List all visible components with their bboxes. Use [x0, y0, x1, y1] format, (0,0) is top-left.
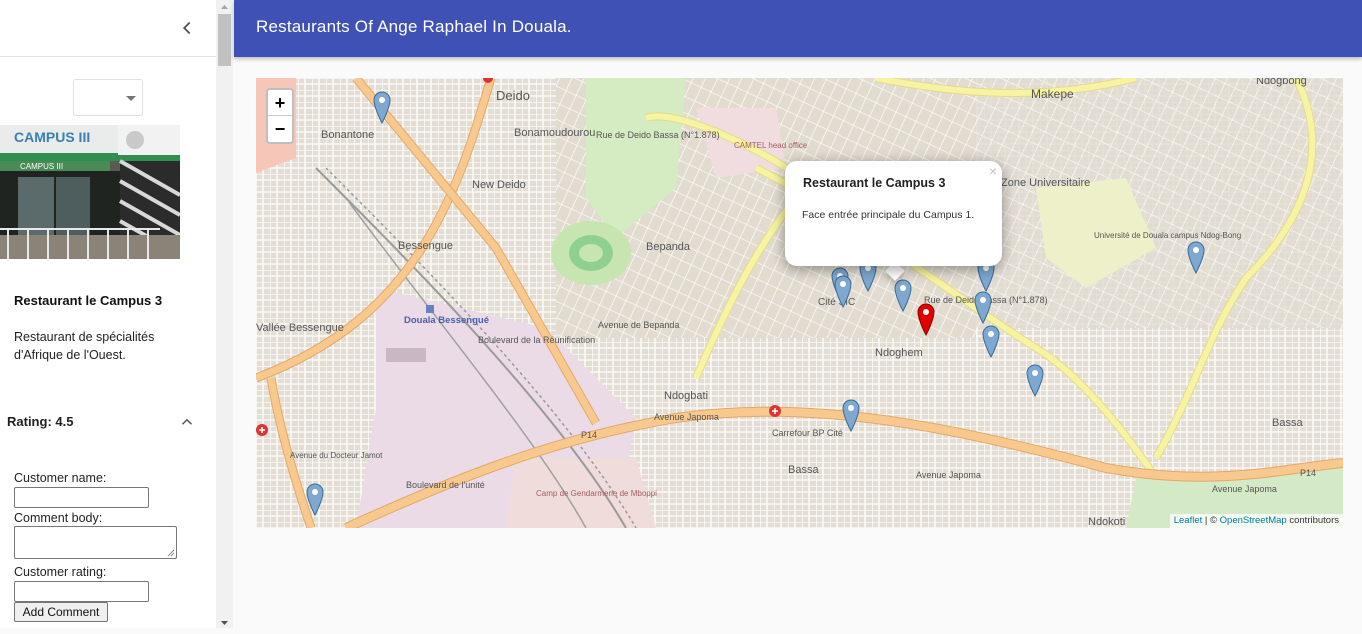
label-ave-japoma-2: Avenue Japoma	[916, 470, 981, 480]
map-marker-selected[interactable]	[916, 302, 936, 336]
label-bepanda: Bepanda	[646, 241, 691, 253]
label-p14-east: P14	[1300, 468, 1316, 478]
photo-sign-small-text: CAMPUS III	[20, 162, 63, 171]
customer-name-label: Customer name:	[14, 471, 107, 485]
restaurant-photo: CAMPUS III CAMPUS III	[0, 125, 180, 259]
caret-down-icon	[126, 96, 136, 101]
label-blvd-unite: Boulevard de l'unité	[406, 480, 485, 490]
label-carrefour: Carrefour BP Cité	[772, 428, 843, 438]
map-marker[interactable]	[841, 398, 861, 432]
label-bonamoudourou: Bonamoudourou	[514, 127, 595, 139]
customer-rating-label: Customer rating:	[14, 565, 107, 579]
photo-sign-text: CAMPUS III	[14, 129, 90, 145]
scroll-down-arrow-icon[interactable]	[216, 616, 233, 628]
label-ave-docteur: Avenue du Docteur Jamot	[290, 451, 383, 460]
leaflet-link[interactable]: Leaflet	[1174, 515, 1203, 526]
map-marker[interactable]	[305, 482, 325, 516]
scroll-thumb[interactable]	[218, 14, 231, 66]
label-camp-gendarmerie: Camp de Gendarmerie de Mboppi	[536, 489, 657, 498]
customer-name-input[interactable]	[14, 487, 149, 508]
map-tiles: Deido Makepe Ndogbong Bonantone Bonamoud…	[256, 78, 1343, 528]
label-bessengue: Bessengue	[398, 240, 453, 252]
chevron-left-icon[interactable]	[176, 17, 198, 39]
map-marker[interactable]	[1186, 240, 1206, 274]
comment-body-label: Comment body:	[14, 511, 103, 525]
popup-title: Restaurant le Campus 3	[803, 176, 946, 190]
customer-rating-input[interactable]	[14, 581, 149, 602]
sidebar-header	[0, 0, 232, 57]
app-title: Restaurants Of Ange Raphael In Douala.	[256, 17, 572, 36]
zoom-out-button[interactable]: −	[268, 116, 292, 142]
attribution-separator: | ©	[1202, 515, 1220, 526]
label-camtel: CAMTEL head office	[734, 141, 808, 150]
label-ndogbong: Ndogbong	[1256, 78, 1307, 87]
map[interactable]: Deido Makepe Ndogbong Bonantone Bonamoud…	[256, 78, 1343, 528]
zoom-control: + −	[266, 88, 294, 144]
osm-link[interactable]: OpenStreetMap	[1220, 515, 1287, 526]
label-ave-bepanda: Avenue de Bepanda	[598, 320, 679, 330]
zoom-in-button[interactable]: +	[268, 90, 292, 116]
label-rue-deido-bassa: Rue de Deido Bassa (N°1.878)	[596, 130, 720, 140]
map-popup: × Restaurant le Campus 3 Face entrée pri…	[785, 161, 1002, 266]
label-ave-japoma-3: Avenue Japoma	[1212, 484, 1277, 494]
rating-label: Rating: 4.5	[7, 414, 74, 429]
label-ndogbati: Ndogbati	[664, 390, 708, 402]
label-bassa: Bassa	[788, 464, 819, 476]
popup-description: Face entrée principale du Campus 1.	[802, 209, 975, 221]
sidebar: CAMPUS III CAMPUS III Restaurant le Camp…	[0, 0, 233, 628]
label-ave-japoma: Avenue Japoma	[654, 412, 719, 422]
label-douala-bessengue: Douala Bessengué	[404, 315, 489, 326]
label-bassa-east: Bassa	[1272, 417, 1303, 429]
label-p14: P14	[581, 430, 597, 440]
label-blvd-reunification: Boulevard de la Réunification	[478, 335, 595, 345]
label-zone-universitaire: Zone Universitaire	[1001, 177, 1090, 189]
scroll-up-arrow-icon[interactable]	[216, 0, 233, 12]
label-campus: Université de Douala campus Ndog-Bong	[1094, 231, 1241, 240]
sidebar-scrollbar[interactable]	[216, 0, 233, 628]
restaurant-name: Restaurant le Campus 3	[14, 293, 163, 308]
label-ndokoti: Ndokoti	[1088, 516, 1125, 528]
label-new-deido: New Deido	[472, 179, 526, 191]
app-bar: Restaurants Of Ange Raphael In Douala.	[234, 0, 1362, 57]
label-makepe: Makepe	[1031, 87, 1074, 101]
chevron-up-icon	[178, 413, 196, 431]
map-marker[interactable]	[893, 278, 913, 312]
map-marker[interactable]	[833, 274, 853, 308]
restaurant-select[interactable]	[73, 79, 143, 116]
map-marker[interactable]	[973, 290, 993, 324]
map-attribution: Leaflet | © OpenStreetMap contributors	[1169, 514, 1343, 528]
add-comment-button[interactable]: Add Comment	[14, 602, 108, 622]
map-marker[interactable]	[372, 90, 392, 124]
map-marker[interactable]	[981, 324, 1001, 358]
comment-body-textarea[interactable]	[14, 526, 177, 559]
label-deido: Deido	[496, 88, 530, 103]
restaurant-description: Restaurant de spécialités d'Afrique de l…	[14, 330, 155, 362]
label-bonantone: Bonantone	[321, 129, 374, 141]
attribution-tail: contributors	[1286, 515, 1339, 526]
label-ndoghem: Ndoghem	[875, 347, 923, 359]
map-marker[interactable]	[1025, 363, 1045, 397]
resize-grip-icon[interactable]	[167, 549, 175, 557]
rating-expander[interactable]: Rating: 4.5	[0, 403, 216, 441]
label-vallee-bessengue: Vallée Bessengue	[256, 322, 344, 334]
popup-close-icon[interactable]: ×	[989, 163, 997, 179]
